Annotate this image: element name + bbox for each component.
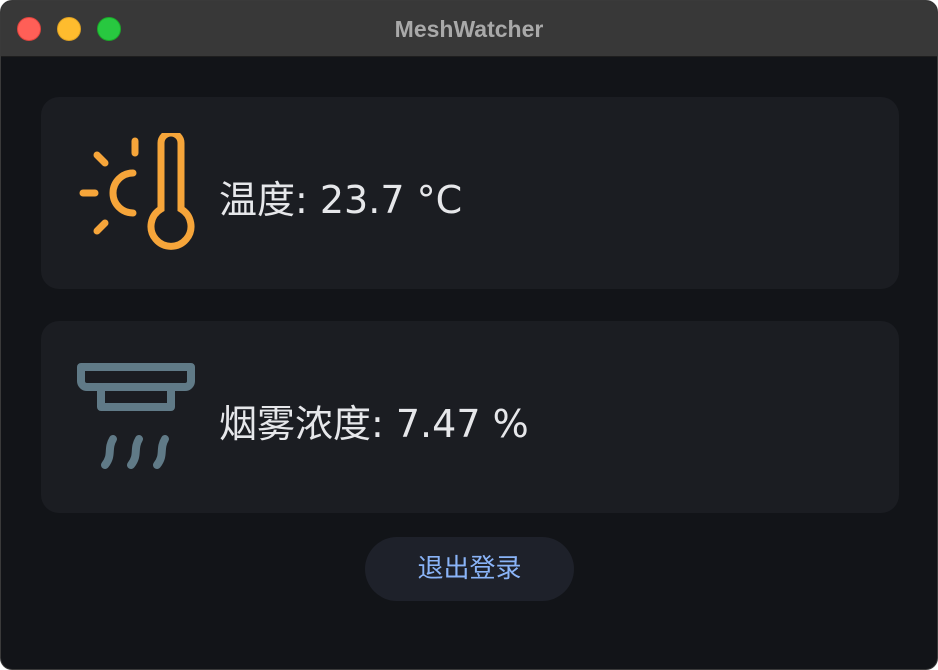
temperature-card: 温度: 23.7 °C <box>41 97 899 289</box>
app-window: MeshWatcher 温度: 23.7 °C 烟雾浓度: 7.47 % 退出登… <box>0 0 938 670</box>
temperature-reading: 温度: 23.7 °C <box>219 178 463 222</box>
smoke-detector-icon <box>77 363 195 469</box>
temperature-sun-icon <box>79 133 195 250</box>
window-title: MeshWatcher <box>394 16 544 42</box>
logout-button[interactable]: 退出登录 <box>365 537 574 601</box>
smoke-card: 烟雾浓度: 7.47 % <box>41 321 899 513</box>
title-bar[interactable]: MeshWatcher <box>1 1 937 57</box>
smoke-reading: 烟雾浓度: 7.47 % <box>219 402 529 446</box>
